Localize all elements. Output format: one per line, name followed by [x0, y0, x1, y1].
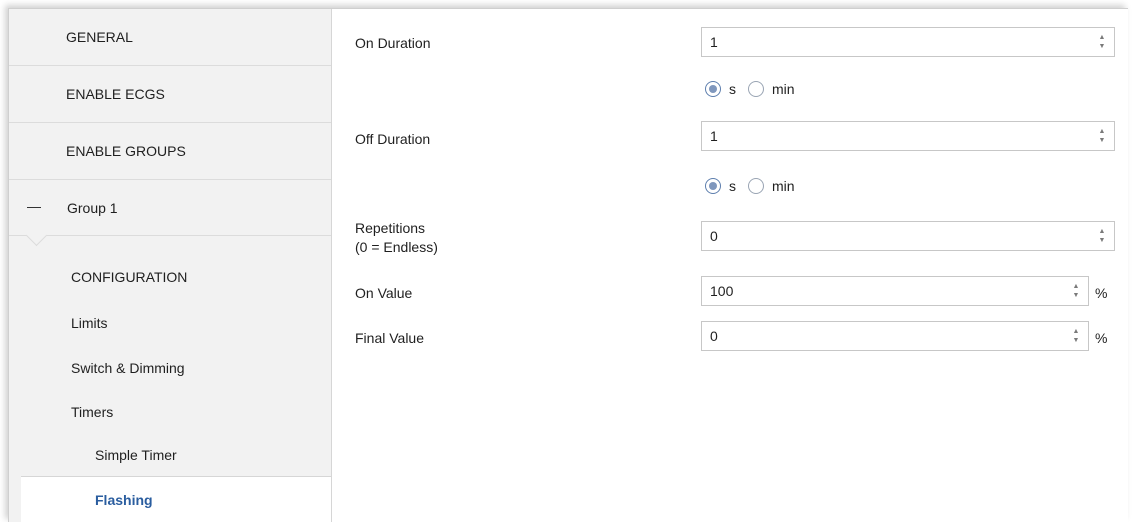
- sidebar-item-timers[interactable]: Timers: [9, 390, 393, 434]
- on-value-unit: %: [1095, 285, 1108, 301]
- radio-label-min: min: [772, 81, 795, 97]
- on-value-label: On Value: [355, 285, 413, 301]
- off-duration-label: Off Duration: [355, 131, 431, 147]
- repetitions-field: ▲▼: [701, 221, 1115, 251]
- sidebar-item-label: Flashing: [95, 491, 153, 508]
- off-duration-radio-s[interactable]: [705, 178, 721, 194]
- sidebar-item-simple-timer[interactable]: Simple Timer: [9, 433, 417, 477]
- final-value-unit: %: [1095, 330, 1108, 346]
- sidebar-item-limits[interactable]: Limits: [9, 301, 393, 345]
- on-duration-radio-s[interactable]: [705, 81, 721, 97]
- up-down-arrows-icon[interactable]: ▲ ▼: [1068, 322, 1084, 350]
- sidebar-item-group-1[interactable]: Group 1: [9, 180, 331, 247]
- up-down-arrows-icon[interactable]: ▲ ▼: [1068, 277, 1084, 305]
- sidebar-item-label: Limits: [71, 315, 108, 331]
- sidebar-item-configuration[interactable]: CONFIGURATION: [9, 255, 393, 299]
- repetitions-input[interactable]: [702, 221, 1094, 251]
- repetitions-label: Repetitions (0 = Endless): [355, 219, 438, 257]
- repetitions-label-line1: Repetitions: [355, 220, 426, 236]
- sidebar-item-general[interactable]: GENERAL: [9, 9, 331, 66]
- final-value-field: ▲▼: [701, 321, 1089, 351]
- radio-label-s: s: [729, 178, 736, 194]
- radio-label-s: s: [729, 81, 736, 97]
- sidebar-item-label: Simple Timer: [95, 447, 177, 463]
- off-duration-unit-group: s min: [705, 178, 807, 194]
- off-duration-field: ▲▼: [701, 121, 1115, 151]
- on-value-field: ▲▼: [701, 276, 1089, 306]
- sidebar-item-label: Timers: [71, 404, 114, 420]
- final-value-label: Final Value: [355, 330, 425, 346]
- sidebar-item-enable-ecgs[interactable]: ENABLE ECGS: [9, 66, 331, 123]
- sidebar-item-enable-groups[interactable]: ENABLE GROUPS: [9, 123, 331, 180]
- repetitions-label-line2: (0 = Endless): [355, 239, 438, 255]
- up-down-arrows-icon[interactable]: ▲ ▼: [1094, 222, 1110, 250]
- radio-label-min: min: [772, 178, 795, 194]
- on-duration-unit-group: s min: [705, 81, 807, 97]
- on-value-input[interactable]: [702, 276, 1068, 306]
- sidebar-item-label: CONFIGURATION: [71, 269, 188, 285]
- sidebar-item-label: Group 1: [67, 199, 118, 216]
- sidebar-item-switch-dimming[interactable]: Switch & Dimming: [9, 346, 393, 390]
- sidebar-item-label: Switch & Dimming: [71, 360, 185, 376]
- window-frame: GENERAL ENABLE ECGS ENABLE GROUPS Group …: [8, 8, 1128, 522]
- off-duration-input[interactable]: [702, 121, 1094, 151]
- up-down-arrows-icon[interactable]: ▲ ▼: [1094, 122, 1110, 150]
- on-duration-field: ▲▼: [701, 27, 1115, 57]
- on-duration-radio-min[interactable]: [748, 81, 764, 97]
- on-duration-input[interactable]: [702, 27, 1094, 57]
- sidebar: GENERAL ENABLE ECGS ENABLE GROUPS Group …: [9, 9, 332, 522]
- selection-notch: [25, 224, 48, 247]
- sidebar-item-label: ENABLE GROUPS: [66, 143, 186, 159]
- sidebar-item-label: GENERAL: [66, 29, 133, 45]
- up-down-arrows-icon[interactable]: ▲ ▼: [1094, 28, 1110, 56]
- sidebar-item-label: ENABLE ECGS: [66, 86, 165, 102]
- final-value-input[interactable]: [702, 321, 1068, 351]
- sidebar-item-flashing[interactable]: Flashing: [21, 476, 331, 522]
- minus-icon[interactable]: [27, 207, 41, 208]
- on-duration-label: On Duration: [355, 35, 431, 51]
- off-duration-radio-min[interactable]: [748, 178, 764, 194]
